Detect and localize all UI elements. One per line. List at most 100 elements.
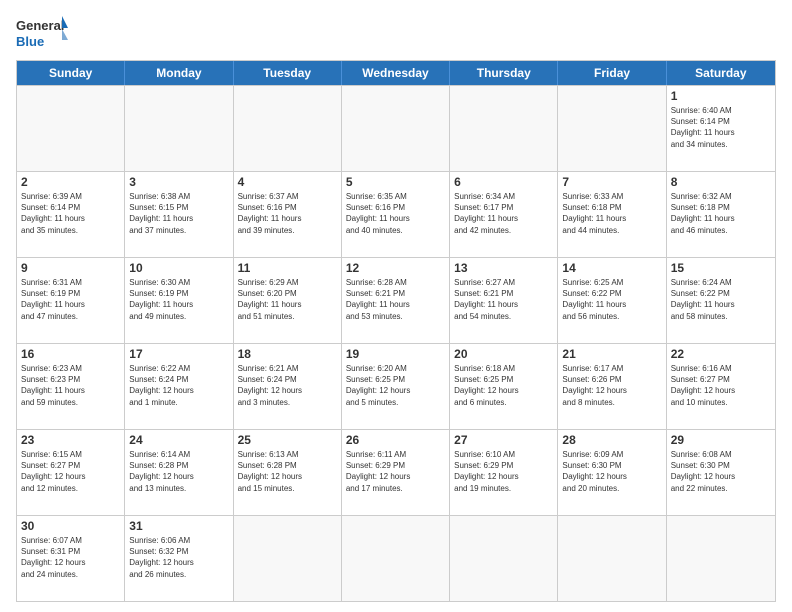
day-info: Sunrise: 6:22 AM Sunset: 6:24 PM Dayligh… bbox=[129, 363, 228, 408]
day-number: 1 bbox=[671, 89, 771, 103]
day-info: Sunrise: 6:30 AM Sunset: 6:19 PM Dayligh… bbox=[129, 277, 228, 322]
day-number: 21 bbox=[562, 347, 661, 361]
day-number: 20 bbox=[454, 347, 553, 361]
header: General Blue bbox=[16, 16, 776, 52]
calendar-cell: 10 Sunrise: 6:30 AM Sunset: 6:19 PM Dayli… bbox=[125, 258, 233, 343]
calendar-cell: 11 Sunrise: 6:29 AM Sunset: 6:20 PM Dayli… bbox=[234, 258, 342, 343]
day-number: 24 bbox=[129, 433, 228, 447]
calendar-row: 30 Sunrise: 6:07 AM Sunset: 6:31 PM Dayli… bbox=[17, 515, 775, 601]
logo: General Blue bbox=[16, 16, 68, 52]
calendar-cell: 21 Sunrise: 6:17 AM Sunset: 6:26 PM Dayli… bbox=[558, 344, 666, 429]
weekday-header: Wednesday bbox=[342, 61, 450, 85]
calendar-cell: 22 Sunrise: 6:16 AM Sunset: 6:27 PM Dayli… bbox=[667, 344, 775, 429]
calendar-cell: 7 Sunrise: 6:33 AM Sunset: 6:18 PM Daylig… bbox=[558, 172, 666, 257]
day-number: 3 bbox=[129, 175, 228, 189]
day-info: Sunrise: 6:27 AM Sunset: 6:21 PM Dayligh… bbox=[454, 277, 553, 322]
calendar-cell: 25Sunrise: 6:13 AM Sunset: 6:28 PM Dayli… bbox=[234, 430, 342, 515]
calendar-row: 9Sunrise: 6:31 AM Sunset: 6:19 PM Daylig… bbox=[17, 257, 775, 343]
calendar-cell: 26 Sunrise: 6:11 AM Sunset: 6:29 PM Dayli… bbox=[342, 430, 450, 515]
day-number: 4 bbox=[238, 175, 337, 189]
day-info: Sunrise: 6:16 AM Sunset: 6:27 PM Dayligh… bbox=[671, 363, 771, 408]
calendar-cell: 17 Sunrise: 6:22 AM Sunset: 6:24 PM Dayli… bbox=[125, 344, 233, 429]
day-info: Sunrise: 6:10 AM Sunset: 6:29 PM Dayligh… bbox=[454, 449, 553, 494]
calendar: SundayMondayTuesdayWednesdayThursdayFrid… bbox=[16, 60, 776, 602]
calendar-cell: 1 Sunrise: 6:40 AM Sunset: 6:14 PM Daylig… bbox=[667, 86, 775, 171]
day-number: 28 bbox=[562, 433, 661, 447]
day-info: Sunrise: 6:06 AM Sunset: 6:32 PM Dayligh… bbox=[129, 535, 228, 580]
day-info: Sunrise: 6:28 AM Sunset: 6:21 PM Dayligh… bbox=[346, 277, 445, 322]
day-number: 14 bbox=[562, 261, 661, 275]
calendar-cell: 9Sunrise: 6:31 AM Sunset: 6:19 PM Daylig… bbox=[17, 258, 125, 343]
calendar-cell: 3 Sunrise: 6:38 AM Sunset: 6:15 PM Daylig… bbox=[125, 172, 233, 257]
day-number: 7 bbox=[562, 175, 661, 189]
day-info: Sunrise: 6:32 AM Sunset: 6:18 PM Dayligh… bbox=[671, 191, 771, 236]
day-number: 23 bbox=[21, 433, 120, 447]
day-info: Sunrise: 6:17 AM Sunset: 6:26 PM Dayligh… bbox=[562, 363, 661, 408]
weekday-header: Monday bbox=[125, 61, 233, 85]
calendar-cell: 18Sunrise: 6:21 AM Sunset: 6:24 PM Dayli… bbox=[234, 344, 342, 429]
calendar-cell bbox=[450, 86, 558, 171]
calendar-cell bbox=[342, 516, 450, 601]
day-number: 17 bbox=[129, 347, 228, 361]
day-info: Sunrise: 6:33 AM Sunset: 6:18 PM Dayligh… bbox=[562, 191, 661, 236]
day-number: 26 bbox=[346, 433, 445, 447]
calendar-cell: 20 Sunrise: 6:18 AM Sunset: 6:25 PM Dayli… bbox=[450, 344, 558, 429]
logo-svg: General Blue bbox=[16, 16, 68, 52]
calendar-row: 16 Sunrise: 6:23 AM Sunset: 6:23 PM Dayli… bbox=[17, 343, 775, 429]
day-info: Sunrise: 6:21 AM Sunset: 6:24 PM Dayligh… bbox=[238, 363, 337, 408]
day-number: 13 bbox=[454, 261, 553, 275]
calendar-cell bbox=[17, 86, 125, 171]
calendar-cell bbox=[234, 516, 342, 601]
day-info: Sunrise: 6:40 AM Sunset: 6:14 PM Dayligh… bbox=[671, 105, 771, 150]
day-number: 15 bbox=[671, 261, 771, 275]
calendar-cell: 6 Sunrise: 6:34 AM Sunset: 6:17 PM Daylig… bbox=[450, 172, 558, 257]
day-number: 5 bbox=[346, 175, 445, 189]
weekday-header: Friday bbox=[558, 61, 666, 85]
weekday-header: Thursday bbox=[450, 61, 558, 85]
calendar-cell: 5Sunrise: 6:35 AM Sunset: 6:16 PM Daylig… bbox=[342, 172, 450, 257]
day-info: Sunrise: 6:18 AM Sunset: 6:25 PM Dayligh… bbox=[454, 363, 553, 408]
day-number: 11 bbox=[238, 261, 337, 275]
day-info: Sunrise: 6:13 AM Sunset: 6:28 PM Dayligh… bbox=[238, 449, 337, 494]
weekday-header: Sunday bbox=[17, 61, 125, 85]
day-number: 16 bbox=[21, 347, 120, 361]
calendar-cell: 14Sunrise: 6:25 AM Sunset: 6:22 PM Dayli… bbox=[558, 258, 666, 343]
day-info: Sunrise: 6:07 AM Sunset: 6:31 PM Dayligh… bbox=[21, 535, 120, 580]
calendar-cell: 8 Sunrise: 6:32 AM Sunset: 6:18 PM Daylig… bbox=[667, 172, 775, 257]
calendar-cell: 27Sunrise: 6:10 AM Sunset: 6:29 PM Dayli… bbox=[450, 430, 558, 515]
day-number: 22 bbox=[671, 347, 771, 361]
day-number: 6 bbox=[454, 175, 553, 189]
day-info: Sunrise: 6:34 AM Sunset: 6:17 PM Dayligh… bbox=[454, 191, 553, 236]
calendar-row: 2Sunrise: 6:39 AM Sunset: 6:14 PM Daylig… bbox=[17, 171, 775, 257]
day-info: Sunrise: 6:37 AM Sunset: 6:16 PM Dayligh… bbox=[238, 191, 337, 236]
day-number: 29 bbox=[671, 433, 771, 447]
calendar-cell: 30 Sunrise: 6:07 AM Sunset: 6:31 PM Dayli… bbox=[17, 516, 125, 601]
calendar-cell bbox=[558, 86, 666, 171]
calendar-cell bbox=[450, 516, 558, 601]
svg-text:General: General bbox=[16, 18, 64, 33]
day-number: 19 bbox=[346, 347, 445, 361]
calendar-cell: 13 Sunrise: 6:27 AM Sunset: 6:21 PM Dayli… bbox=[450, 258, 558, 343]
day-number: 31 bbox=[129, 519, 228, 533]
day-info: Sunrise: 6:29 AM Sunset: 6:20 PM Dayligh… bbox=[238, 277, 337, 322]
day-number: 30 bbox=[21, 519, 120, 533]
calendar-cell: 29 Sunrise: 6:08 AM Sunset: 6:30 PM Dayli… bbox=[667, 430, 775, 515]
day-number: 8 bbox=[671, 175, 771, 189]
calendar-cell: 24Sunrise: 6:14 AM Sunset: 6:28 PM Dayli… bbox=[125, 430, 233, 515]
day-number: 10 bbox=[129, 261, 228, 275]
day-info: Sunrise: 6:11 AM Sunset: 6:29 PM Dayligh… bbox=[346, 449, 445, 494]
day-info: Sunrise: 6:15 AM Sunset: 6:27 PM Dayligh… bbox=[21, 449, 120, 494]
day-info: Sunrise: 6:31 AM Sunset: 6:19 PM Dayligh… bbox=[21, 277, 120, 322]
calendar-cell: 16 Sunrise: 6:23 AM Sunset: 6:23 PM Dayli… bbox=[17, 344, 125, 429]
calendar-cell: 4 Sunrise: 6:37 AM Sunset: 6:16 PM Daylig… bbox=[234, 172, 342, 257]
day-info: Sunrise: 6:08 AM Sunset: 6:30 PM Dayligh… bbox=[671, 449, 771, 494]
weekday-header: Tuesday bbox=[234, 61, 342, 85]
calendar-cell bbox=[125, 86, 233, 171]
calendar-cell: 12Sunrise: 6:28 AM Sunset: 6:21 PM Dayli… bbox=[342, 258, 450, 343]
weekday-header: Saturday bbox=[667, 61, 775, 85]
day-info: Sunrise: 6:38 AM Sunset: 6:15 PM Dayligh… bbox=[129, 191, 228, 236]
calendar-cell: 15Sunrise: 6:24 AM Sunset: 6:22 PM Dayli… bbox=[667, 258, 775, 343]
calendar-cell: 31 Sunrise: 6:06 AM Sunset: 6:32 PM Dayli… bbox=[125, 516, 233, 601]
calendar-body: 1 Sunrise: 6:40 AM Sunset: 6:14 PM Daylig… bbox=[17, 85, 775, 601]
day-info: Sunrise: 6:23 AM Sunset: 6:23 PM Dayligh… bbox=[21, 363, 120, 408]
